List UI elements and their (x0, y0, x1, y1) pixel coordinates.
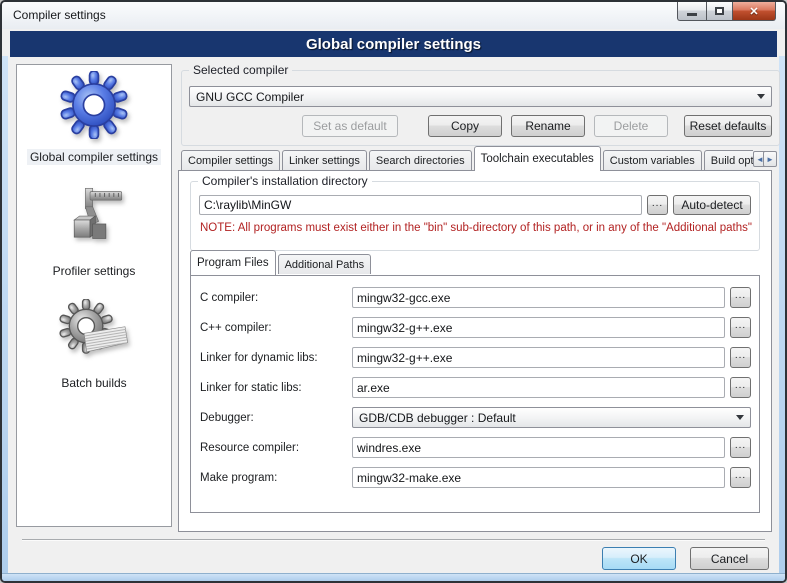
selected-compiler-legend: Selected compiler (189, 63, 292, 77)
set-as-default-button[interactable]: Set as default (302, 115, 398, 137)
dialog-header: Global compiler settings (10, 31, 777, 57)
debugger-row: Debugger: GDB/CDB debugger : Default (200, 407, 751, 428)
resource-compiler-row: Resource compiler: ... (200, 437, 751, 458)
tab-linker-settings[interactable]: Linker settings (282, 150, 367, 170)
tab-custom-variables[interactable]: Custom variables (603, 150, 702, 170)
static-linker-browse-button[interactable]: ... (730, 377, 751, 398)
sidebar-item-profiler-settings[interactable]: Profiler settings (50, 187, 139, 279)
toolchain-executables-panel: Compiler's installation directory ... Au… (178, 170, 772, 532)
tab-search-directories[interactable]: Search directories (369, 150, 472, 170)
reset-defaults-button[interactable]: Reset defaults (684, 115, 772, 137)
copy-button[interactable]: Copy (428, 115, 502, 137)
tab-scroll-right-button[interactable]: ► (763, 151, 777, 167)
caliper-icon (61, 187, 127, 253)
ok-button[interactable]: OK (602, 547, 676, 570)
installation-directory-row: ... Auto-detect (199, 195, 751, 215)
static-linker-label: Linker for static libs: (200, 382, 352, 394)
resource-compiler-input[interactable] (352, 437, 725, 458)
minimize-button[interactable] (677, 2, 706, 21)
make-program-input[interactable] (352, 467, 725, 488)
sidebar-item-batch-builds[interactable]: Batch builds (58, 299, 129, 391)
close-button[interactable]: ✕ (733, 2, 776, 21)
cpp-compiler-input[interactable] (352, 317, 725, 338)
page-title: Global compiler settings (306, 36, 481, 53)
dynamic-linker-browse-button[interactable]: ... (730, 347, 751, 368)
cpp-compiler-browse-button[interactable]: ... (730, 317, 751, 338)
sidebar-item-label: Batch builds (58, 375, 129, 391)
c-compiler-input[interactable] (352, 287, 725, 308)
gray-gear-stack-icon (59, 299, 129, 365)
dynamic-linker-input[interactable] (352, 347, 725, 368)
delete-button[interactable]: Delete (594, 115, 668, 137)
compiler-settings-dialog: Compiler settings ✕ Global compiler sett… (0, 0, 787, 583)
subtab-additional-paths[interactable]: Additional Paths (278, 254, 372, 274)
tab-compiler-settings[interactable]: Compiler settings (181, 150, 280, 170)
subtab-program-files[interactable]: Program Files (190, 250, 276, 275)
window-frame-bottom (2, 573, 785, 581)
tab-toolchain-executables[interactable]: Toolchain executables (474, 146, 601, 171)
blue-gear-icon (60, 71, 128, 139)
debugger-dropdown[interactable]: GDB/CDB debugger : Default (352, 407, 751, 428)
sidebar-item-global-compiler-settings[interactable]: Global compiler settings (27, 71, 161, 165)
installation-directory-input[interactable] (199, 195, 642, 215)
selected-compiler-dropdown[interactable]: GNU GCC Compiler (189, 86, 772, 107)
installation-directory-legend: Compiler's installation directory (198, 174, 372, 188)
program-files-panel: C compiler: ... C++ compiler: ... Linker… (190, 275, 760, 513)
maximize-icon (715, 7, 724, 15)
make-program-label: Make program: (200, 472, 352, 484)
debugger-label: Debugger: (200, 412, 352, 424)
arrow-right-icon: ► (766, 155, 774, 164)
compiler-actions-row: Set as default Copy Rename Delete Reset … (189, 115, 772, 137)
cpp-compiler-row: C++ compiler: ... (200, 317, 751, 338)
dynamic-linker-row: Linker for dynamic libs: ... (200, 347, 751, 368)
resource-compiler-label: Resource compiler: (200, 442, 352, 454)
c-compiler-browse-button[interactable]: ... (730, 287, 751, 308)
c-compiler-label: C compiler: (200, 292, 352, 304)
chevron-down-icon (757, 94, 765, 99)
minimize-icon (687, 13, 697, 16)
resource-compiler-browse-button[interactable]: ... (730, 437, 751, 458)
program-files-subtabstrip: Program Files Additional Paths (190, 251, 373, 275)
cancel-button[interactable]: Cancel (690, 547, 769, 570)
make-program-browse-button[interactable]: ... (730, 467, 751, 488)
installation-directory-group: Compiler's installation directory ... Au… (190, 181, 760, 251)
installation-note: NOTE: All programs must exist either in … (200, 222, 753, 234)
settings-category-sidebar: Global compiler settings (16, 64, 172, 527)
selected-compiler-group: Selected compiler GNU GCC Compiler Set a… (181, 70, 780, 146)
cpp-compiler-label: C++ compiler: (200, 322, 352, 334)
selected-compiler-value: GNU GCC Compiler (196, 90, 751, 104)
maximize-button[interactable] (706, 2, 733, 21)
dynamic-linker-label: Linker for dynamic libs: (200, 352, 352, 364)
window-controls: ✕ (677, 2, 776, 21)
tab-build-options[interactable]: Build options (704, 150, 753, 170)
settings-tabstrip: Compiler settings Linker settings Search… (181, 146, 753, 171)
auto-detect-button[interactable]: Auto-detect (673, 195, 751, 215)
sidebar-item-label: Global compiler settings (27, 149, 161, 165)
rename-button[interactable]: Rename (511, 115, 585, 137)
debugger-value: GDB/CDB debugger : Default (359, 411, 730, 425)
c-compiler-row: C compiler: ... (200, 287, 751, 308)
browse-directory-button[interactable]: ... (647, 195, 668, 215)
footer-separator (22, 539, 765, 540)
sidebar-item-label: Profiler settings (50, 263, 139, 279)
title-bar[interactable]: Compiler settings ✕ (2, 2, 785, 29)
window-frame-left (2, 56, 8, 581)
close-icon: ✕ (749, 5, 758, 18)
make-program-row: Make program: ... (200, 467, 751, 488)
static-linker-input[interactable] (352, 377, 725, 398)
window-title: Compiler settings (13, 8, 106, 22)
static-linker-row: Linker for static libs: ... (200, 377, 751, 398)
chevron-down-icon (736, 415, 744, 420)
